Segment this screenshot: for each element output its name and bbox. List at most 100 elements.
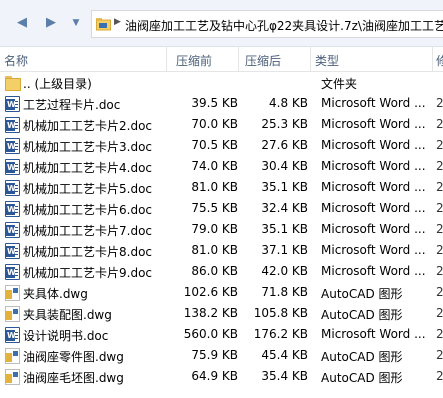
column-size[interactable]: 压缩后 (245, 52, 281, 69)
list-item[interactable]: W 机械加工工艺卡片5.doc 81.0 KB 35.1 KB Microsoft Wo… (0, 177, 443, 198)
file-compressed-size: 39.5 KB (191, 96, 238, 110)
folder-icon (96, 17, 111, 34)
file-type: Microsoft Word ... (321, 222, 426, 236)
dwg-icon (5, 348, 20, 364)
list-item[interactable]: W 机械加工工艺卡片9.doc 86.0 KB 42.0 KB Microsoft Wo… (0, 261, 443, 282)
doc-icon: W (5, 159, 20, 175)
doc-icon: W (5, 243, 20, 259)
file-type: AutoCAD 图形 (321, 287, 403, 301)
file-type: Microsoft Word ... (321, 264, 426, 278)
file-name: 油阀座毛坯图.dwg (23, 371, 124, 385)
file-date: 2 (436, 348, 443, 362)
column-divider[interactable] (166, 47, 167, 72)
file-name: 机械加工工艺卡片8.doc (23, 245, 153, 259)
file-type: Microsoft Word ... (321, 201, 426, 215)
file-size: 32.4 KB (261, 201, 308, 215)
file-type: AutoCAD 图形 (321, 371, 403, 385)
path-separator-icon: ▶ (114, 17, 121, 27)
doc-icon: W (5, 327, 20, 343)
dwg-icon (5, 285, 20, 301)
column-header: 名称 压缩前 压缩后 类型 修 (0, 47, 443, 72)
file-type: Microsoft Word ... (321, 138, 426, 152)
doc-icon: W (5, 201, 20, 217)
file-name: 机械加工工艺卡片6.doc (23, 203, 153, 217)
doc-icon: W (5, 264, 20, 280)
file-compressed-size: 70.5 KB (191, 138, 238, 152)
file-size: 35.1 KB (261, 222, 308, 236)
list-item[interactable]: 油阀座毛坯图.dwg 64.9 KB 35.4 KB AutoCAD 图形 2 (0, 366, 443, 387)
list-item[interactable]: .. (上级目录) 文件夹 (0, 72, 443, 93)
list-item[interactable]: W 设计说明书.doc 560.0 KB 176.2 KB Microsoft Word… (0, 324, 443, 345)
file-size: 45.4 KB (261, 348, 308, 362)
address-bar[interactable]: ▶ 油阀座加工工艺及钻中心孔φ22夹具设计.7z\油阀座加工工艺及 (91, 10, 443, 38)
doc-icon: W (5, 180, 20, 196)
file-date: 2 (436, 117, 443, 131)
file-name: 机械加工工艺卡片2.doc (23, 119, 153, 133)
file-date: 2 (436, 96, 443, 110)
file-compressed-size: 75.9 KB (191, 348, 238, 362)
doc-icon: W (5, 96, 20, 112)
file-size: 176.2 KB (253, 327, 308, 341)
file-size: 35.4 KB (261, 369, 308, 383)
file-date: 2 (436, 264, 443, 278)
file-date: 2 (436, 306, 443, 320)
list-item[interactable]: W 机械加工工艺卡片3.doc 70.5 KB 27.6 KB Microsoft Wo… (0, 135, 443, 156)
file-name: 机械加工工艺卡片5.doc (23, 182, 153, 196)
file-name: 机械加工工艺卡片7.doc (23, 224, 153, 238)
file-name: 机械加工工艺卡片9.doc (23, 266, 153, 280)
file-type: Microsoft Word ... (321, 117, 426, 131)
column-divider[interactable] (432, 47, 433, 72)
column-divider[interactable] (310, 47, 311, 72)
file-type: Microsoft Word ... (321, 243, 426, 257)
column-date[interactable]: 修 (436, 52, 443, 69)
file-type: Microsoft Word ... (321, 96, 426, 110)
dropdown-chevron-icon[interactable]: ▼ (69, 15, 83, 31)
file-compressed-size: 64.9 KB (191, 369, 238, 383)
file-name: 夹具装配图.dwg (23, 308, 112, 322)
file-date: 2 (436, 159, 443, 173)
file-compressed-size: 102.6 KB (183, 285, 238, 299)
file-compressed-size: 70.0 KB (191, 117, 238, 131)
list-item[interactable]: W 机械加工工艺卡片6.doc 75.5 KB 32.4 KB Microsoft Wo… (0, 198, 443, 219)
file-size: 42.0 KB (261, 264, 308, 278)
file-date: 2 (436, 180, 443, 194)
file-date: 2 (436, 369, 443, 383)
file-compressed-size: 138.2 KB (183, 306, 238, 320)
list-item[interactable]: W 机械加工工艺卡片8.doc 81.0 KB 37.1 KB Microsoft Wo… (0, 240, 443, 261)
back-arrow-icon[interactable]: ◀ (14, 15, 30, 31)
address-path: 油阀座加工工艺及钻中心孔φ22夹具设计.7z\油阀座加工工艺及 (125, 19, 443, 33)
file-name: 工艺过程卡片.doc (23, 98, 121, 112)
file-compressed-size: 75.5 KB (191, 201, 238, 215)
file-name: 机械加工工艺卡片4.doc (23, 161, 153, 175)
toolbar: ◀ ▶ ▼ ▶ 油阀座加工工艺及钻中心孔φ22夹具设计.7z\油阀座加工工艺及 (0, 0, 443, 47)
dwg-icon (5, 306, 20, 322)
file-date: 2 (436, 327, 443, 341)
list-item[interactable]: W 机械加工工艺卡片7.doc 79.0 KB 35.1 KB Microsoft Wo… (0, 219, 443, 240)
list-item[interactable]: 油阀座零件图.dwg 75.9 KB 45.4 KB AutoCAD 图形 2 (0, 345, 443, 366)
file-date: 2 (436, 201, 443, 215)
file-compressed-size: 74.0 KB (191, 159, 238, 173)
column-compressed[interactable]: 压缩前 (176, 52, 212, 69)
file-type: Microsoft Word ... (321, 327, 426, 341)
file-compressed-size: 81.0 KB (191, 180, 238, 194)
file-size: 37.1 KB (261, 243, 308, 257)
column-divider[interactable] (238, 47, 239, 72)
list-item[interactable]: 夹具体.dwg 102.6 KB 71.8 KB AutoCAD 图形 2 (0, 282, 443, 303)
list-item[interactable]: 夹具装配图.dwg 138.2 KB 105.8 KB AutoCAD 图形 2 (0, 303, 443, 324)
file-name: 夹具体.dwg (23, 287, 88, 301)
list-item[interactable]: W 机械加工工艺卡片2.doc 70.0 KB 25.3 KB Microsoft Wo… (0, 114, 443, 135)
file-size: 30.4 KB (261, 159, 308, 173)
forward-arrow-icon[interactable]: ▶ (43, 15, 59, 31)
file-name: 设计说明书.doc (23, 329, 109, 343)
column-type[interactable]: 类型 (315, 52, 339, 69)
column-name[interactable]: 名称 (4, 52, 28, 69)
doc-icon: W (5, 138, 20, 154)
file-date: 2 (436, 138, 443, 152)
file-size: 25.3 KB (261, 117, 308, 131)
file-type: AutoCAD 图形 (321, 308, 403, 322)
file-date: 2 (436, 243, 443, 257)
list-item[interactable]: W 工艺过程卡片.doc 39.5 KB 4.8 KB Microsoft Word .… (0, 93, 443, 114)
list-item[interactable]: W 机械加工工艺卡片4.doc 74.0 KB 30.4 KB Microsoft Wo… (0, 156, 443, 177)
doc-icon: W (5, 222, 20, 238)
file-compressed-size: 79.0 KB (191, 222, 238, 236)
